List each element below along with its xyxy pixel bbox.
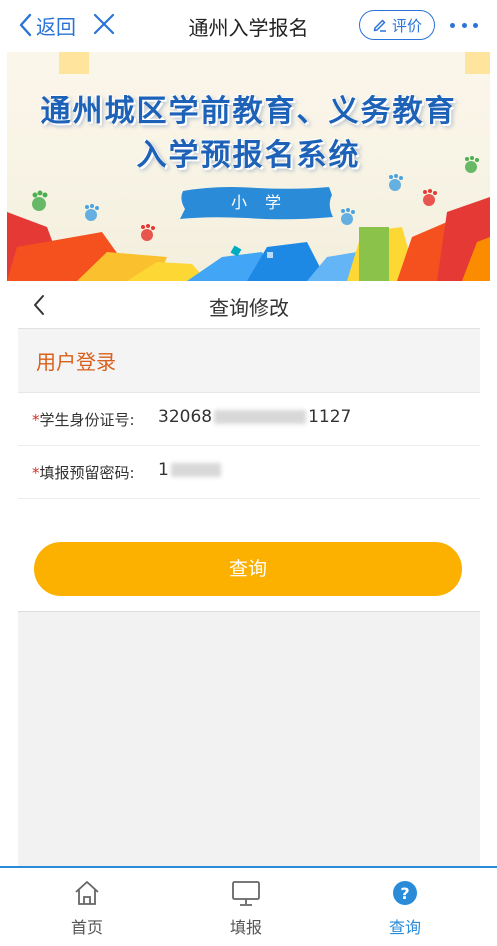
banner-title-line1: 通州城区学前教育、义务教育	[40, 94, 457, 129]
id-number-label-text: 学生身份证号:	[39, 411, 135, 429]
handprint-icon	[341, 208, 355, 225]
help-circle-icon: ?	[393, 881, 417, 905]
id-number-field[interactable]: 32068 1127	[158, 407, 351, 427]
handprint-icon	[85, 204, 99, 221]
rate-label: 评价	[391, 16, 422, 35]
id-number-row: *学生身份证号: 32068 1127	[18, 393, 480, 446]
handprint-icon	[32, 190, 48, 211]
app-top-bar: 返回 通州入学报名 评价	[0, 0, 497, 52]
home-icon	[75, 881, 99, 905]
login-section-header: 用户登录	[18, 329, 480, 393]
monitor-icon	[232, 881, 260, 906]
tab-query-label: 查询	[388, 918, 421, 937]
tab-fill-label: 填报	[229, 918, 262, 937]
page-header: 查询修改	[18, 281, 480, 329]
app-title: 通州入学报名	[188, 16, 309, 40]
more-dot-icon	[450, 22, 455, 28]
banner: 通州城区学前教育、义务教育 入学预报名系统 小学	[7, 52, 490, 281]
id-number-suffix: 1127	[308, 407, 352, 427]
more-dot-icon	[473, 22, 478, 28]
query-button[interactable]: 查询	[34, 542, 462, 596]
password-row: *填报预留密码: 1	[18, 446, 480, 499]
rate-button[interactable]: 评价	[359, 10, 435, 40]
form-actions: 查询	[18, 500, 480, 612]
page-title: 查询修改	[209, 296, 289, 320]
back-button[interactable]: 返回	[18, 10, 76, 40]
tab-query[interactable]: ? 查询	[355, 878, 455, 940]
handprint-icon	[141, 224, 155, 241]
tab-home[interactable]: 首页	[37, 878, 137, 940]
bottom-tab-bar: 首页 填报 ? 查询	[0, 866, 497, 946]
banner-title-line2: 入学预报名系统	[136, 138, 361, 173]
back-label: 返回	[36, 14, 76, 39]
id-number-label: *学生身份证号:	[32, 409, 135, 430]
password-label-text: 填报预留密码:	[39, 464, 135, 482]
more-menu-button[interactable]	[446, 16, 482, 34]
empty-content-area	[18, 612, 480, 866]
tab-home-label: 首页	[70, 918, 103, 937]
handprint-icon	[389, 174, 403, 191]
close-icon	[93, 13, 115, 35]
password-label: *填报预留密码:	[32, 462, 135, 483]
svg-text:?: ?	[400, 884, 409, 903]
edit-icon	[373, 19, 386, 32]
password-field[interactable]: 1	[158, 460, 223, 480]
redacted-blur	[214, 410, 307, 424]
chevron-left-icon	[19, 13, 32, 37]
ribbon-label: 小学	[230, 193, 299, 212]
section-title: 用户登录	[36, 350, 116, 374]
tab-fill[interactable]: 填报	[196, 878, 296, 940]
more-dot-icon	[461, 22, 467, 28]
required-marker: *	[32, 464, 40, 482]
id-number-prefix: 32068	[158, 407, 213, 427]
redacted-blur	[170, 463, 221, 477]
required-marker: *	[32, 411, 40, 429]
password-prefix: 1	[158, 460, 169, 480]
handprint-icon	[423, 189, 437, 206]
close-button[interactable]	[92, 12, 116, 40]
